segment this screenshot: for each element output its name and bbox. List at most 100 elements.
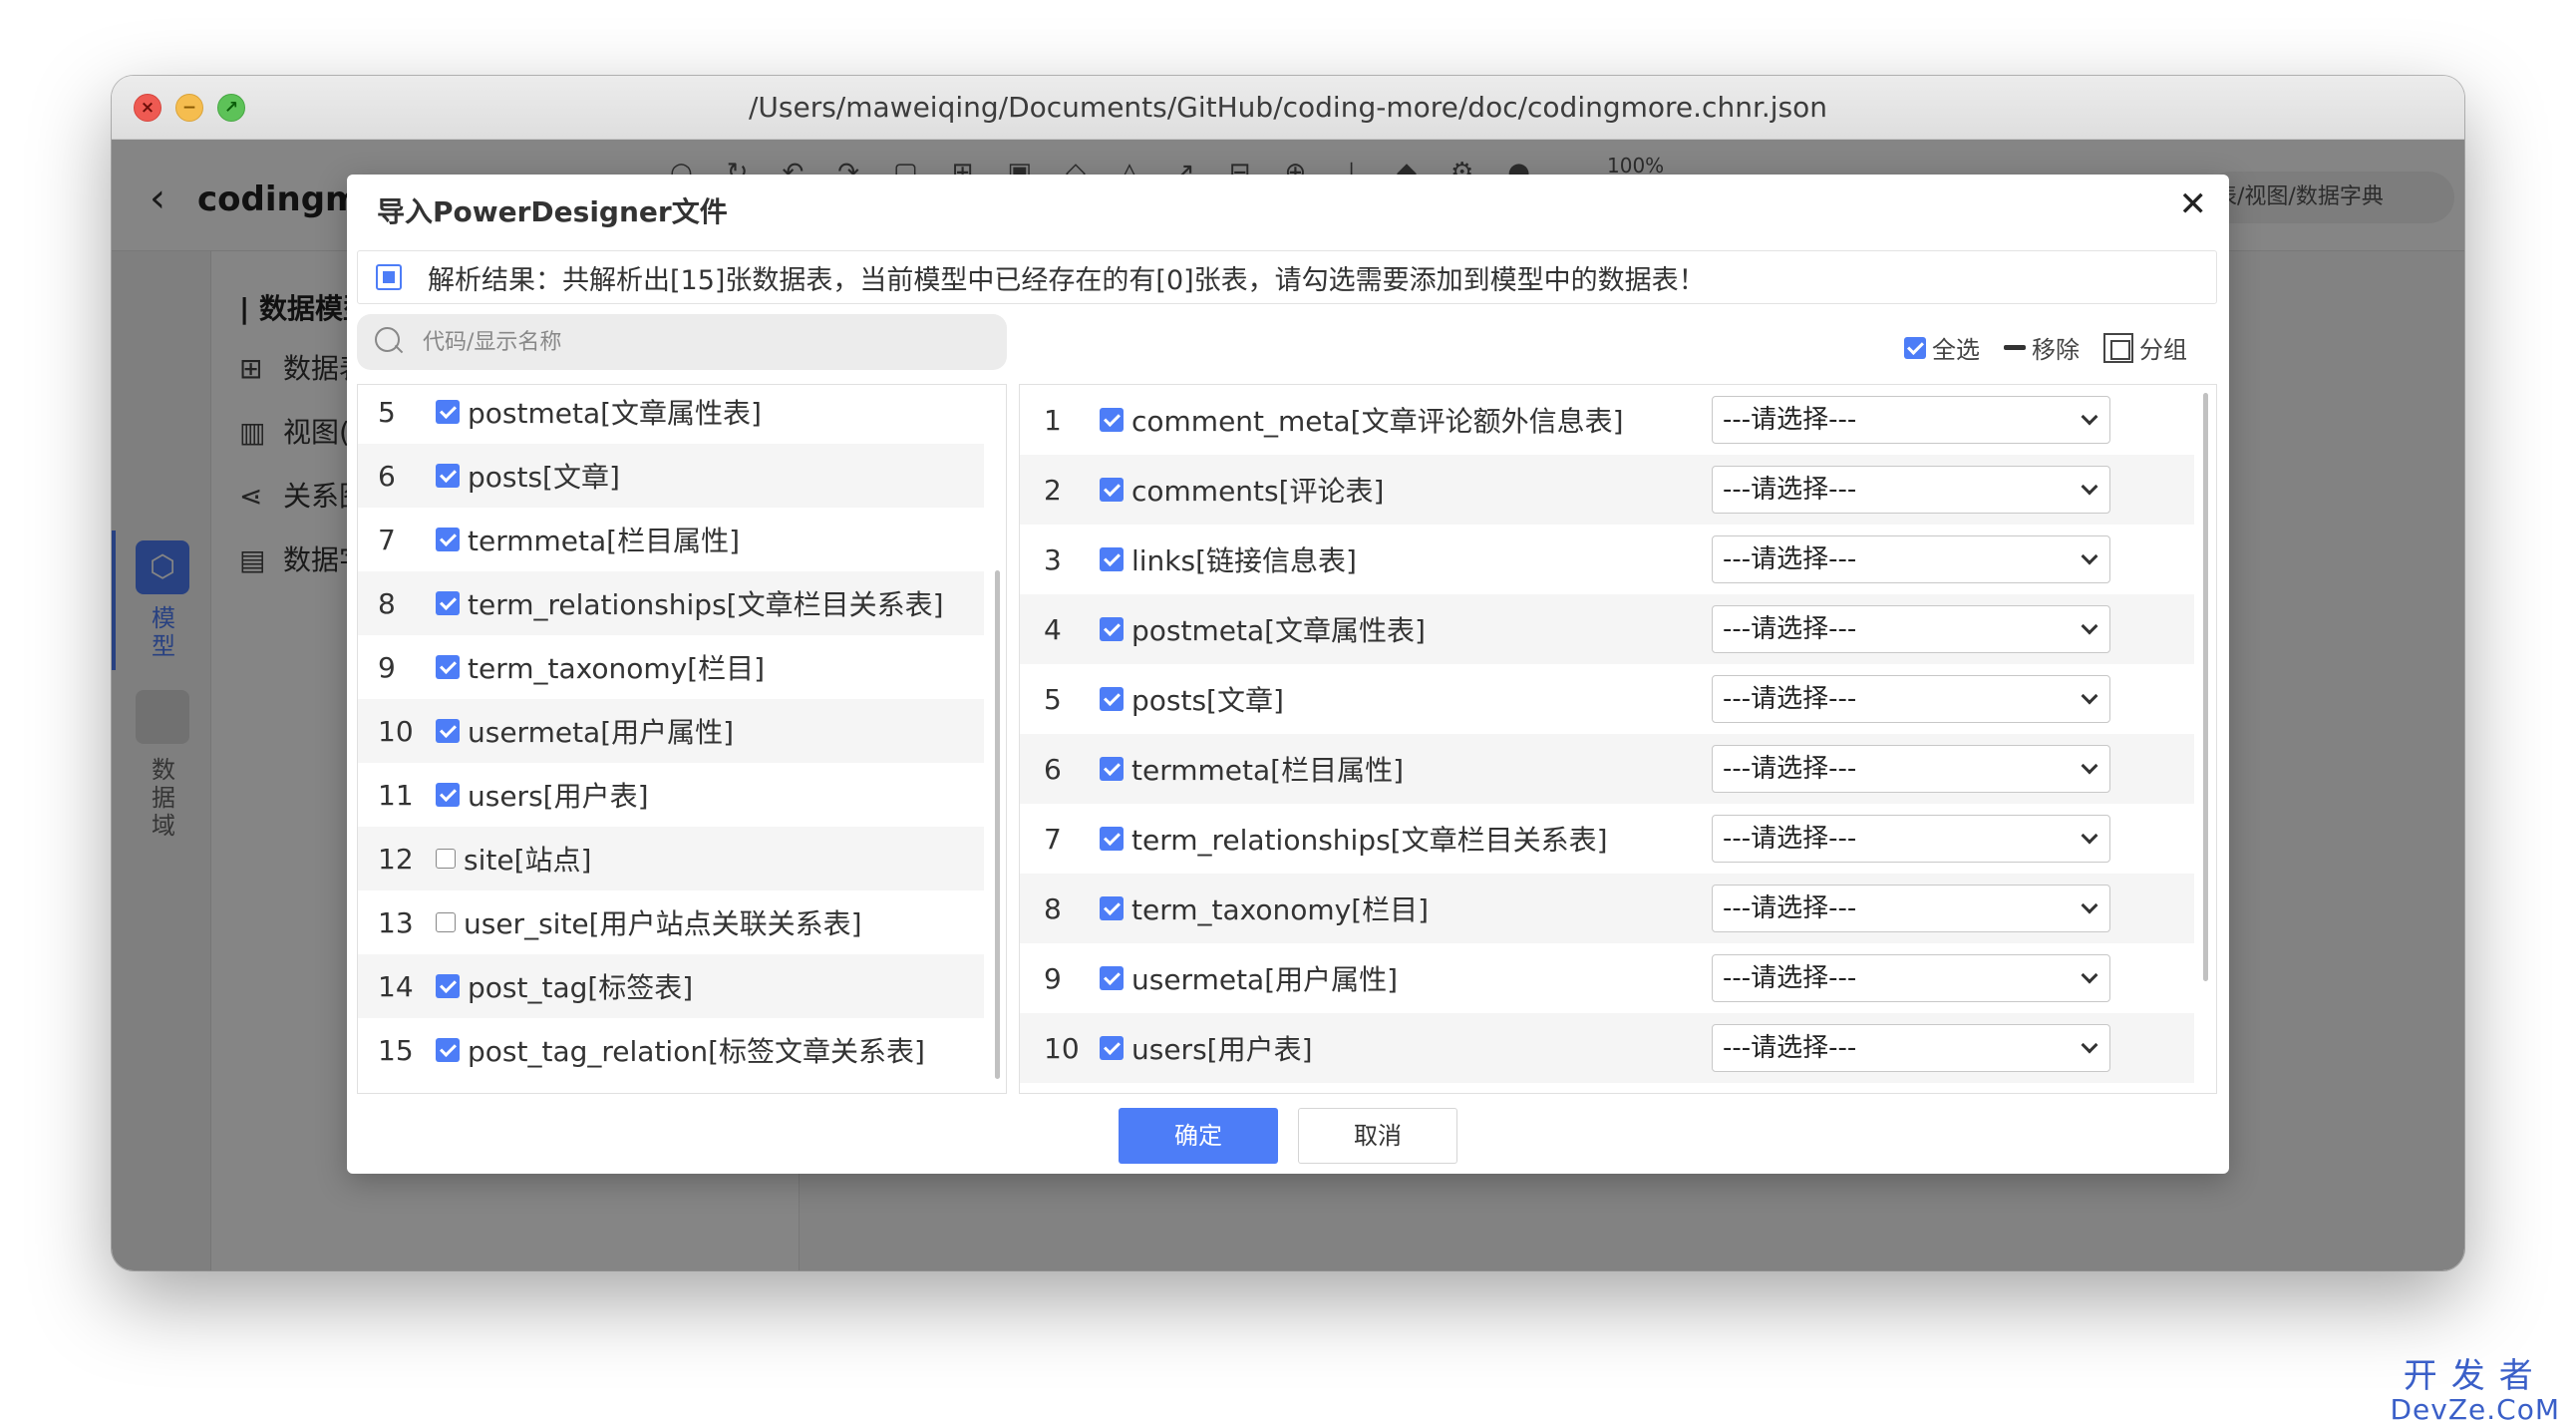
row-checkbox[interactable] <box>1100 408 1124 432</box>
list-item[interactable]: 13 user_site[用户站点关联关系表] <box>358 890 984 954</box>
dialog-title: 导入PowerDesigner文件 <box>377 195 728 228</box>
chevron-down-icon <box>2081 757 2098 775</box>
row-checkbox[interactable] <box>436 400 460 424</box>
mapping-select[interactable]: ---请选择--- <box>1712 396 2110 444</box>
table-row[interactable]: 5 posts[文章] ---请选择--- <box>1020 664 2194 734</box>
chevron-down-icon <box>2081 617 2098 635</box>
mapping-select[interactable]: ---请选择--- <box>1712 535 2110 583</box>
search-input[interactable] <box>423 329 981 355</box>
chevron-down-icon <box>2081 408 2098 426</box>
watermark-logo: 开发者 DevZe.CoM <box>2390 1348 2560 1420</box>
row-checkbox[interactable] <box>436 591 460 615</box>
row-checkbox[interactable] <box>1100 617 1124 641</box>
target-table-list[interactable]: 1 comment_meta[文章评论额外信息表] ---请选择--- 2 co… <box>1019 384 2217 1094</box>
list-item[interactable]: 5 postmeta[文章属性表] <box>358 385 984 444</box>
watermark-top: 开发者 <box>2403 1356 2547 1396</box>
row-number: 10 <box>378 714 414 748</box>
table-name: usermeta[用户属性] <box>1131 963 1399 996</box>
maximize-window-icon[interactable]: ↗ <box>217 94 245 122</box>
row-number: 14 <box>378 969 414 1003</box>
parse-result-notice: 解析结果：共解析出[15]张数据表，当前模型中已经存在的有[0]张表，请勾选需要… <box>357 250 2217 304</box>
row-checkbox[interactable] <box>1100 687 1124 711</box>
mapping-select[interactable]: ---请选择--- <box>1712 605 2110 653</box>
chevron-down-icon <box>2081 966 2098 984</box>
remove-button[interactable]: 移除 <box>2004 330 2080 365</box>
row-checkbox[interactable] <box>436 783 460 807</box>
list-item[interactable]: 15 post_tag_relation[标签文章关系表] <box>358 1018 984 1082</box>
close-window-icon[interactable]: × <box>134 94 161 122</box>
row-checkbox[interactable] <box>436 464 460 488</box>
minus-icon <box>2004 345 2026 350</box>
row-checkbox[interactable] <box>1100 827 1124 851</box>
confirm-button[interactable]: 确定 <box>1119 1108 1278 1164</box>
row-checkbox[interactable] <box>1100 478 1124 502</box>
row-number: 11 <box>378 778 414 812</box>
row-checkbox[interactable] <box>1100 547 1124 571</box>
traffic-lights: × − ↗ <box>134 94 245 122</box>
row-number: 3 <box>1044 542 1062 576</box>
list-item[interactable]: 10 usermeta[用户属性] <box>358 699 984 763</box>
checkbox-checked-icon <box>1904 336 1926 359</box>
group-button[interactable]: 分组 <box>2103 330 2187 365</box>
close-icon[interactable]: ✕ <box>2179 184 2208 224</box>
cancel-button[interactable]: 取消 <box>1298 1108 1457 1164</box>
row-checkbox[interactable] <box>1100 1036 1124 1060</box>
minimize-window-icon[interactable]: − <box>175 94 203 122</box>
list-item[interactable]: 12 site[站点] <box>358 827 984 890</box>
row-number: 1 <box>1044 403 1062 437</box>
row-number: 7 <box>1044 822 1062 856</box>
table-name: usermeta[用户属性] <box>468 716 735 749</box>
left-scrollbar[interactable] <box>995 570 1000 1079</box>
row-number: 15 <box>378 1033 414 1067</box>
chevron-down-icon <box>2081 687 2098 705</box>
table-row[interactable]: 1 comment_meta[文章评论额外信息表] ---请选择--- <box>1020 385 2194 455</box>
row-checkbox[interactable] <box>436 528 460 551</box>
table-name: post_tag_relation[标签文章关系表] <box>468 1035 925 1068</box>
row-checkbox[interactable] <box>436 719 460 743</box>
row-checkbox[interactable] <box>436 974 460 998</box>
right-scrollbar[interactable] <box>2203 393 2208 981</box>
table-row[interactable]: 4 postmeta[文章属性表] ---请选择--- <box>1020 594 2194 664</box>
mapping-select[interactable]: ---请选择--- <box>1712 675 2110 723</box>
source-table-list[interactable]: 5 postmeta[文章属性表] 6 posts[文章] 7 termmeta… <box>357 384 1007 1094</box>
list-item[interactable]: 8 term_relationships[文章栏目关系表] <box>358 571 984 635</box>
window-title: /Users/maweiqing/Documents/GitHub/coding… <box>748 91 1828 124</box>
table-row[interactable]: 3 links[链接信息表] ---请选择--- <box>1020 525 2194 594</box>
row-checkbox[interactable] <box>436 655 460 679</box>
table-row[interactable]: 7 term_relationships[文章栏目关系表] ---请选择--- <box>1020 804 2194 874</box>
row-number: 2 <box>1044 473 1062 507</box>
row-number: 8 <box>1044 891 1062 925</box>
table-row[interactable]: 8 term_taxonomy[栏目] ---请选择--- <box>1020 874 2194 943</box>
mapping-select[interactable]: ---请选择--- <box>1712 1024 2110 1072</box>
table-row[interactable]: 6 termmeta[栏目属性] ---请选择--- <box>1020 734 2194 804</box>
table-row[interactable]: 9 usermeta[用户属性] ---请选择--- <box>1020 943 2194 1013</box>
notice-text: 解析结果：共解析出[15]张数据表，当前模型中已经存在的有[0]张表，请勾选需要… <box>428 264 1706 296</box>
chevron-down-icon <box>2081 827 2098 845</box>
mapping-select[interactable]: ---请选择--- <box>1712 885 2110 932</box>
select-all-button[interactable]: 全选 <box>1904 330 1980 365</box>
list-item[interactable]: 7 termmeta[栏目属性] <box>358 508 984 571</box>
table-name: termmeta[栏目属性] <box>1131 754 1404 787</box>
mapping-select[interactable]: ---请选择--- <box>1712 745 2110 793</box>
list-item[interactable]: 11 users[用户表] <box>358 763 984 827</box>
table-name: posts[文章] <box>1131 684 1284 717</box>
table-name: post_tag[标签表] <box>468 971 694 1004</box>
row-checkbox[interactable] <box>436 912 456 932</box>
mapping-select[interactable]: ---请选择--- <box>1712 815 2110 863</box>
list-item[interactable]: 14 post_tag[标签表] <box>358 954 984 1018</box>
row-number: 5 <box>378 395 396 429</box>
list-item[interactable]: 6 posts[文章] <box>358 444 984 508</box>
row-checkbox[interactable] <box>1100 757 1124 781</box>
mapping-select[interactable]: ---请选择--- <box>1712 466 2110 514</box>
chevron-down-icon <box>2081 1036 2098 1054</box>
row-checkbox[interactable] <box>1100 966 1124 990</box>
table-row[interactable]: 2 comments[评论表] ---请选择--- <box>1020 455 2194 525</box>
row-checkbox[interactable] <box>436 849 456 869</box>
row-checkbox[interactable] <box>1100 896 1124 920</box>
table-row[interactable]: 10 users[用户表] ---请选择--- <box>1020 1013 2194 1083</box>
table-name: site[站点] <box>464 844 592 877</box>
row-checkbox[interactable] <box>436 1038 460 1062</box>
list-item[interactable]: 9 term_taxonomy[栏目] <box>358 635 984 699</box>
window-titlebar: × − ↗ /Users/maweiqing/Documents/GitHub/… <box>112 76 2464 140</box>
mapping-select[interactable]: ---请选择--- <box>1712 954 2110 1002</box>
